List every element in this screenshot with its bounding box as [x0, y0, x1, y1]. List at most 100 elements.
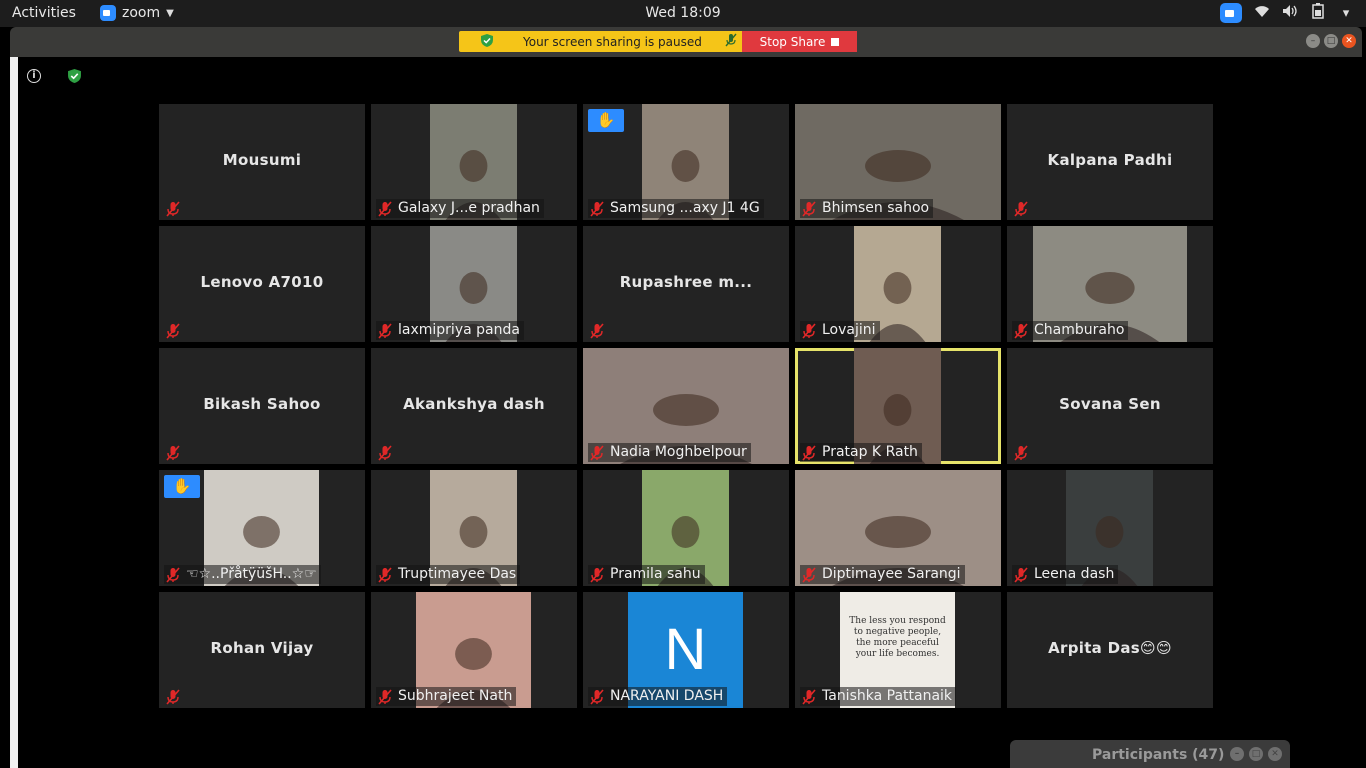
muted-mic-icon — [166, 445, 180, 461]
stop-share-button[interactable]: Stop Share — [742, 31, 857, 52]
participant-name: Rupashree m... — [619, 273, 753, 291]
muted-mic-icon — [590, 567, 604, 583]
participant-name: Arpita Das😊😊 — [1048, 639, 1172, 657]
participant-tile[interactable]: Rohan Vijay — [159, 592, 365, 708]
zoom-app-icon — [100, 5, 116, 21]
activities-button[interactable]: Activities — [12, 5, 76, 21]
muted-mic-icon — [802, 201, 816, 217]
participant-tile[interactable]: Bhimsen sahoo — [795, 104, 1001, 220]
participant-tile[interactable]: Mousumi — [159, 104, 365, 220]
participant-tile[interactable]: Arpita Das😊😊 — [1007, 592, 1213, 708]
participant-name-label: NARAYANI DASH — [588, 687, 728, 706]
muted-mic-icon — [590, 445, 604, 461]
share-paused-text: Your screen sharing is paused — [523, 34, 702, 49]
muted-mic-icon — [166, 567, 180, 583]
participant-tile[interactable]: The less you respond to negative people,… — [795, 592, 1001, 708]
muted-mic-icon — [590, 689, 604, 705]
participant-name-label: ☜☆..PřåtÿüšH..☆☞ — [164, 565, 321, 584]
app-menu[interactable]: zoom ▼ — [100, 5, 174, 21]
participant-name-label: Tanishka Pattanaik — [800, 687, 957, 706]
participant-tile[interactable]: Akankshya dash — [371, 348, 577, 464]
participant-tile[interactable]: Kalpana Padhi — [1007, 104, 1213, 220]
share-paused-notice: Your screen sharing is paused — [459, 31, 742, 52]
muted-mic-icon — [1014, 323, 1028, 339]
participant-tile[interactable]: Lenovo A7010 — [159, 226, 365, 342]
zoom-tray-icon[interactable] — [1220, 3, 1242, 23]
participant-tile[interactable]: N NARAYANI DASH — [583, 592, 789, 708]
participant-tile[interactable]: Subhrajeet Nath — [371, 592, 577, 708]
participant-name: Kalpana Padhi — [1047, 151, 1173, 169]
muted-mic-icon — [590, 323, 604, 339]
participant-tile[interactable]: Truptimayee Das — [371, 470, 577, 586]
participant-tile[interactable]: Sovana Sen — [1007, 348, 1213, 464]
muted-mic-icon — [378, 323, 392, 339]
participant-name-label: Galaxy J...e pradhan — [376, 199, 544, 218]
battery-icon[interactable] — [1310, 3, 1326, 23]
participant-tile[interactable]: Pramila sahu — [583, 470, 789, 586]
participant-tile[interactable]: Nadia Moghbelpour — [583, 348, 789, 464]
muted-mic-icon — [590, 201, 604, 217]
participants-title: Participants (47) — [1092, 747, 1225, 763]
muted-mic-icon — [802, 323, 816, 339]
wifi-icon[interactable] — [1254, 4, 1270, 22]
participant-name-label: Bhimsen sahoo — [800, 199, 934, 218]
participants-minimize-button[interactable]: – — [1230, 747, 1244, 761]
participant-tile[interactable]: laxmipriya panda — [371, 226, 577, 342]
window-titlebar[interactable]: Your screen sharing is paused Stop Share… — [10, 27, 1362, 57]
muted-mic-icon — [802, 445, 816, 461]
participant-name: Bikash Sahoo — [203, 395, 321, 413]
participant-name: Akankshya dash — [403, 395, 545, 413]
chevron-down-icon: ▼ — [166, 7, 174, 19]
participant-name-label: Subhrajeet Nath — [376, 687, 517, 706]
quote-text: The less you respond to negative people,… — [849, 616, 946, 659]
muted-mic-icon — [802, 567, 816, 583]
participants-close-button[interactable]: ✕ — [1268, 747, 1282, 761]
participant-tile[interactable]: Galaxy J...e pradhan — [371, 104, 577, 220]
system-tray: ▾ — [1220, 3, 1354, 23]
participant-name-label: Pramila sahu — [588, 565, 705, 584]
participant-tile[interactable]: Lovajini — [795, 226, 1001, 342]
window-border — [10, 57, 18, 768]
mic-icon[interactable] — [724, 33, 738, 50]
muted-mic-icon — [802, 689, 816, 705]
volume-icon[interactable] — [1282, 4, 1298, 22]
participant-tile[interactable]: ☜☆..PřåtÿüšH..☆☞ ✋ — [159, 470, 365, 586]
participant-tile[interactable]: Leena dash — [1007, 470, 1213, 586]
participant-tile[interactable]: Rupashree m... — [583, 226, 789, 342]
stop-share-label: Stop Share — [759, 34, 826, 49]
participant-tile[interactable]: Bikash Sahoo — [159, 348, 365, 464]
muted-mic-icon — [378, 445, 392, 461]
raised-hand-icon: ✋ — [588, 109, 624, 132]
chevron-down-icon[interactable]: ▾ — [1338, 6, 1354, 21]
participant-name-label: Nadia Moghbelpour — [588, 443, 751, 462]
clock[interactable]: Wed 18:09 — [645, 5, 720, 21]
participant-tile[interactable]: Pratap K Rath — [795, 348, 1001, 464]
participant-name: Rohan Vijay — [210, 639, 314, 657]
maximize-button[interactable]: □ — [1324, 34, 1338, 48]
encryption-shield-icon[interactable] — [68, 69, 81, 87]
minimize-button[interactable]: – — [1306, 34, 1320, 48]
participant-name-label: Truptimayee Das — [376, 565, 521, 584]
close-button[interactable]: ✕ — [1342, 34, 1356, 48]
muted-mic-icon — [1014, 567, 1028, 583]
participant-name-label: Diptimayee Sarangi — [800, 565, 965, 584]
participant-name: Mousumi — [222, 151, 302, 169]
stop-icon — [831, 37, 840, 46]
participants-panel-bar[interactable]: Participants (47) – □ ✕ — [1010, 740, 1290, 768]
info-icon[interactable]: i — [27, 69, 41, 83]
window-controls: – □ ✕ — [1306, 34, 1356, 48]
muted-mic-icon — [378, 201, 392, 217]
participant-tile[interactable]: Diptimayee Sarangi — [795, 470, 1001, 586]
participant-tile[interactable]: Chamburaho — [1007, 226, 1213, 342]
participant-name-label: laxmipriya panda — [376, 321, 524, 340]
app-menu-label: zoom — [122, 5, 161, 21]
muted-mic-icon — [1014, 201, 1028, 217]
participant-name: Sovana Sen — [1059, 395, 1161, 413]
participant-tile[interactable]: Samsung ...axy J1 4G ✋ — [583, 104, 789, 220]
participant-name-label: Samsung ...axy J1 4G — [588, 199, 764, 218]
participant-name-label: Chamburaho — [1012, 321, 1129, 340]
participants-maximize-button[interactable]: □ — [1249, 747, 1263, 761]
screen-share-bar: Your screen sharing is paused Stop Share — [459, 31, 857, 52]
muted-mic-icon — [378, 689, 392, 705]
participant-name-label: Pratap K Rath — [800, 443, 922, 462]
